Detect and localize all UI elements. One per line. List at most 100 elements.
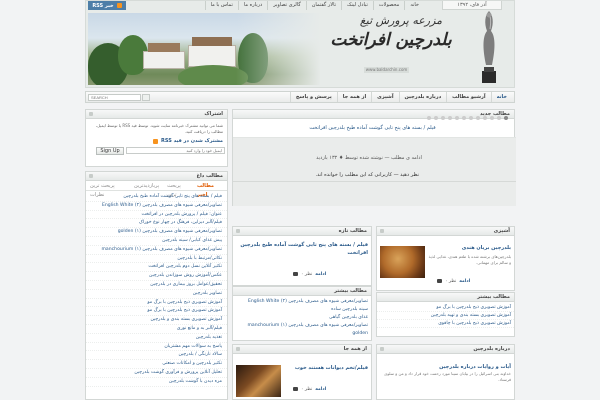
- slider-dot[interactable]: [434, 116, 438, 120]
- logo-title[interactable]: بلدرچین افراتخت: [316, 31, 466, 49]
- post-footer: ادامه ۰ نظر: [437, 277, 470, 285]
- recipe-post-title[interactable]: بلدرچین بریان هندی: [427, 245, 511, 252]
- panel-toggle-icon[interactable]: [89, 174, 93, 178]
- list-item[interactable]: آموزش تصویری بسته بندی و تهیه بلدرچین: [377, 312, 514, 320]
- slider-dot[interactable]: [455, 116, 459, 120]
- list-item[interactable]: پاسخ به سوالات مهم مشتریان: [86, 343, 227, 352]
- most-viewed-list: آموزش تصویری ذبح بلدرچین با برگ مو آموزش …: [377, 304, 514, 328]
- menu-everywhere[interactable]: از همه جا: [336, 92, 371, 102]
- slider-dot[interactable]: [469, 116, 473, 120]
- email-field[interactable]: [126, 147, 225, 154]
- list-item[interactable]: تکثیر بلدرچین و امکانات صنعتی: [86, 360, 227, 369]
- logo-subtitle: مزرعه پرورش تیغ: [359, 14, 443, 27]
- menu-faq[interactable]: پرسش و پاسخ: [289, 92, 337, 102]
- top-nav-about[interactable]: درباره ما: [237, 1, 267, 10]
- post-thumbnail[interactable]: [236, 365, 281, 397]
- list-item[interactable]: تحقیق/عوامل بروز بیماری در بلدرچین: [86, 281, 227, 290]
- signup-button[interactable]: Sign Up: [96, 147, 124, 155]
- list-item[interactable]: تصاویر/معرفی شیوه های مصرف بلدرچین (manc…: [233, 322, 371, 330]
- top-nav-gallery[interactable]: گالری تصاویر: [267, 1, 306, 10]
- panel-toggle-icon[interactable]: [380, 229, 384, 233]
- slider-dot[interactable]: [504, 116, 508, 120]
- read-more-link[interactable]: ادامه: [459, 279, 470, 284]
- comment-count[interactable]: ۰ نظر: [445, 279, 456, 284]
- slider-dot[interactable]: [497, 116, 501, 120]
- search-input[interactable]: [88, 94, 141, 101]
- post-thumbnail[interactable]: [380, 246, 425, 278]
- top-nav-products[interactable]: محصولات: [372, 1, 404, 10]
- panel-heading: از همه جا: [233, 345, 371, 354]
- search-button[interactable]: [142, 94, 150, 101]
- panel-toggle-icon[interactable]: [89, 112, 93, 116]
- slider-dot[interactable]: [427, 116, 431, 120]
- list-item[interactable]: پیش غذای کبابی/ سینه بلدرچین: [86, 237, 227, 246]
- menu-archive[interactable]: آرشیو مطالب: [446, 92, 490, 102]
- slider-dot[interactable]: [441, 116, 445, 120]
- slider-dot[interactable]: [490, 116, 494, 120]
- tab-recent[interactable]: مطالب اخیر: [193, 182, 227, 198]
- featured-post-title[interactable]: فیلم / بسته های پنج تایی گوشت آماده طبخ …: [231, 125, 514, 131]
- list-item[interactable]: تصاویر/معرفی شیوه های مصرف بلدرچین (Engl…: [86, 202, 227, 211]
- slider-pagination: [427, 116, 508, 121]
- panel-toggle-icon[interactable]: [236, 347, 240, 351]
- list-item[interactable]: آموزش تصویری ذبح بلدرچین با برگ مو: [377, 304, 514, 312]
- slider-dot[interactable]: [476, 116, 480, 120]
- list-item[interactable]: تصاویر/معرفی شیوه های مصرف بلدرچین (manc…: [86, 246, 227, 255]
- list-item[interactable]: سالاد نارنگی / بلدرچین: [86, 351, 227, 361]
- panel-toggle-icon[interactable]: [236, 229, 240, 233]
- slider-dot[interactable]: [483, 116, 487, 120]
- comment-count[interactable]: ۰ نظر: [301, 272, 312, 277]
- new-post-title[interactable]: فیلم / بسته های پنج تایی گوشت آماده طبخ …: [234, 241, 368, 257]
- menu-about-quail[interactable]: درباره بلدرچین: [398, 92, 447, 102]
- list-item[interactable]: آموزش تصویری ذبح بلدرچین با برگ مو: [86, 299, 227, 308]
- list-item[interactable]: مزه دیدن با گوشت بلدرچین: [86, 378, 227, 387]
- list-item[interactable]: تصاویر/معرفی شیوه های مصرف بلدرچین (Engl…: [233, 298, 371, 306]
- list-item[interactable]: تکثیر آنلاین نسل دوم بلدرچین افراتخت: [86, 263, 227, 273]
- list-item[interactable]: فیلم/آلبر دیزاین، فرهنگ در چهار نوع خورا…: [86, 219, 227, 229]
- list-item[interactable]: golden: [233, 330, 371, 338]
- list-item[interactable]: تصاویر بلدرچین: [86, 290, 227, 299]
- slider-dot[interactable]: [462, 116, 466, 120]
- list-item[interactable]: فیلم/آلبر به و مانع نوری: [86, 325, 227, 334]
- more-posts-panel: مطالب بیشتر تصاویر/معرفی شیوه های مصرف ب…: [232, 286, 372, 341]
- panel-toggle-icon[interactable]: [380, 347, 384, 351]
- comment-count[interactable]: ۰ نظر: [301, 387, 312, 392]
- list-item[interactable]: نکاتی/مرتبط با بلدرچین: [86, 255, 227, 264]
- rss-subscribe-link[interactable]: مشترک شدن در فید RSS: [153, 138, 223, 144]
- tab-top-comments[interactable]: پربحث ترین نظرات: [86, 182, 130, 198]
- top-nav-home[interactable]: خانه: [404, 1, 424, 10]
- menu-cooking[interactable]: آشپزی: [371, 92, 398, 102]
- list-item[interactable]: آموزش تصویری ذبح بلدرچین با برگ مو: [86, 307, 227, 317]
- panel-heading: مطالب بیشتر: [377, 293, 514, 302]
- top-navigation: خانه محصولات تبادل لینک تالار گفتمان گال…: [86, 1, 424, 10]
- list-item[interactable]: غذای بلدرچین گیاهی: [233, 314, 371, 322]
- recipe-excerpt: بلدرچین‌های برشته شده با طعم هندی، غذایی…: [428, 254, 511, 265]
- list-item[interactable]: عنوان: فیلم / پرورش بلدرچین در افراتخت: [86, 211, 227, 220]
- list-item[interactable]: سینه بلدرچین ساده: [233, 306, 371, 314]
- top-nav-forum[interactable]: تالار گفتمان: [305, 1, 341, 10]
- top-nav-contact[interactable]: تماس با ما: [204, 1, 238, 10]
- tab-most-viewed[interactable]: پربازدیدترین: [130, 182, 163, 190]
- about-post-title[interactable]: آیات و روایات درباره بلدرچین: [378, 364, 511, 370]
- tab-most-discussed[interactable]: پربحث ترین: [163, 182, 193, 198]
- list-item[interactable]: آموزش تصویری ذبح بلدرچین با چاقوی: [377, 320, 514, 328]
- everywhere-panel: از همه جا فیلم/تخم دیوانات هستند خوب ادا…: [232, 344, 372, 400]
- featured-comment-link[interactable]: نظر دهید — کاربرانی که این مطلب را خواند…: [316, 172, 419, 178]
- list-item[interactable]: عکس/آموزش روش سوزاندن بلدرچین: [86, 272, 227, 281]
- new-posts-panel: مطالب تازه فیلم / بسته های پنج تایی گوشت…: [232, 226, 372, 286]
- list-item[interactable]: آموزش تصویری بسته بندی و بلدرچین: [86, 316, 227, 325]
- post-footer: ادامه ۰ نظر: [293, 385, 326, 393]
- list-item[interactable]: تغذیه بلدرچین: [86, 334, 227, 343]
- list-item[interactable]: تحلیل آنلاین پرورش و فرآوری گوشت بلدرچین: [86, 369, 227, 378]
- menu-home[interactable]: خانه: [490, 92, 512, 102]
- slider-dot[interactable]: [448, 116, 452, 120]
- rss-icon: [153, 138, 159, 144]
- list-item[interactable]: فیلم / بسته های پنج تایی گوشت آماده طبخ …: [86, 193, 227, 202]
- site-header: RSS خبر خانه محصولات تبادل لینک تالار گف…: [85, 0, 515, 88]
- read-more-link[interactable]: ادامه: [315, 387, 326, 392]
- everywhere-post-title[interactable]: فیلم/تخم دیوانات هستند خوب: [283, 365, 368, 372]
- list-item[interactable]: تصاویر/معرفی شیوه های مصرف بلدرچین (gold…: [86, 228, 227, 237]
- top-nav-link-exchange[interactable]: تبادل لینک: [341, 1, 373, 10]
- read-more-link[interactable]: ادامه: [315, 272, 326, 277]
- award-statue-icon: [482, 11, 496, 83]
